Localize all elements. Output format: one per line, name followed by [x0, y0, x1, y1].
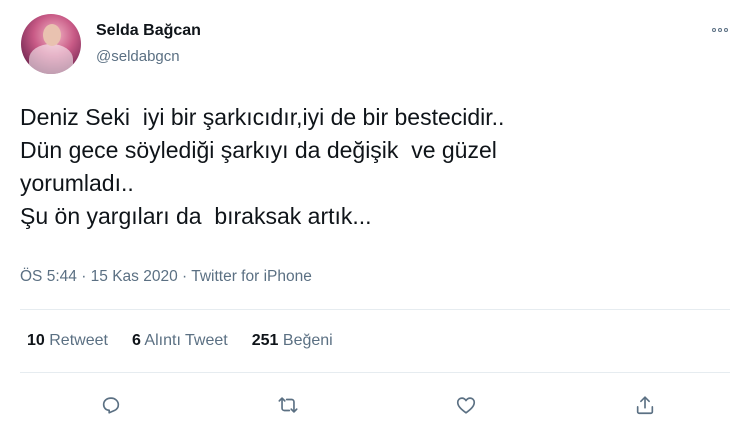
author-handle[interactable]: @seldabgcn	[96, 48, 180, 65]
meta-separator: ·	[81, 268, 87, 285]
dot	[718, 28, 722, 32]
author-name[interactable]: Selda Bağcan	[96, 22, 201, 40]
like-label: Beğeni	[282, 332, 333, 349]
quote-count: 6	[131, 332, 141, 349]
retweet-stat[interactable]: 10 Retweet	[27, 332, 108, 350]
reply-icon[interactable]	[97, 391, 125, 419]
tweet-text-line: yorumladı..	[20, 170, 134, 196]
meta-separator: ·	[182, 268, 188, 285]
like-count: 251	[251, 332, 279, 349]
avatar-face	[43, 24, 61, 46]
engagement-stats: 10 Retweet 6 Alıntı Tweet 251 Beğeni	[27, 332, 333, 350]
dot	[712, 28, 716, 32]
tweet-text-line: Şu ön yargıları da bıraksak artık...	[20, 203, 372, 229]
quote-label: Alıntı Tweet	[144, 332, 228, 349]
retweet-count: 10	[27, 332, 45, 349]
tweet-text-line: Dün gece söylediği şarkıyı da değişik ve…	[20, 137, 497, 163]
divider	[20, 309, 730, 310]
tweet-meta: ÖS 5:44 · 15 Kas 2020 · Twitter for iPho…	[20, 268, 312, 286]
like-icon[interactable]	[452, 391, 480, 419]
avatar-light	[29, 44, 73, 74]
quote-stat[interactable]: 6 Alıntı Tweet	[132, 332, 228, 350]
like-stat[interactable]: 251 Beğeni	[252, 332, 333, 350]
tweet-text: Deniz Seki iyi bir şarkıcıdır,iyi de bir…	[20, 101, 720, 233]
retweet-icon[interactable]	[274, 391, 302, 419]
tweet-text-line: Deniz Seki iyi bir şarkıcıdır,iyi de bir…	[20, 104, 505, 130]
tweet-card: Selda Bağcan @seldabgcn Deniz Seki iyi b…	[0, 0, 750, 433]
tweet-source[interactable]: Twitter for iPhone	[191, 268, 312, 285]
avatar[interactable]	[21, 14, 81, 74]
tweet-date[interactable]: 15 Kas 2020	[91, 268, 178, 285]
retweet-label: Retweet	[49, 332, 108, 349]
share-icon[interactable]	[631, 391, 659, 419]
dot	[724, 28, 728, 32]
more-options-icon[interactable]	[708, 22, 732, 38]
tweet-time[interactable]: ÖS 5:44	[20, 268, 77, 285]
divider	[20, 372, 730, 373]
